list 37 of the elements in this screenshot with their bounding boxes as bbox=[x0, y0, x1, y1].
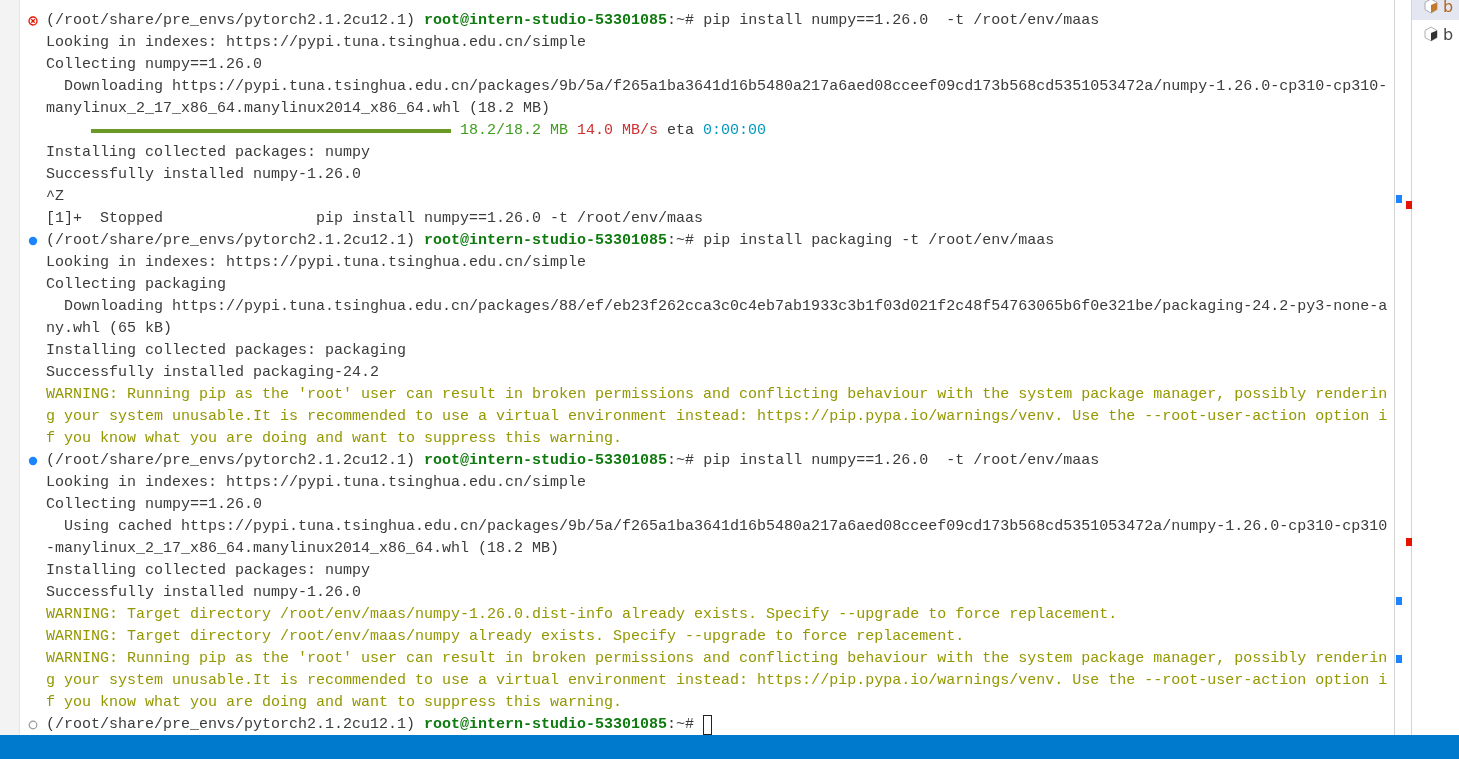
command-line: (/root/share/pre_envs/pytorch2.1.2cu12.1) root@intern-studio-53301085:~# pip install numpy==1.26.0 -t /root/env/maas bbox=[46, 451, 1100, 471]
warning-line: g your system unusable.It is recommended to use a virtual environment instead: https://pip.pypa.io/warnings/venv. Use the --root-user-action option i bbox=[46, 671, 1388, 691]
output-line: [1]+ Stopped pip install numpy==1.26.0 -t /root/env/maas bbox=[46, 209, 704, 229]
output-line: Using cached https://pypi.tuna.tsinghua.edu.cn/packages/9b/5a/f265a1ba3641d16b5480a217a6aed08cceef09cd173b568cd5351053472a/numpy-1.26.0-cp310-cp310 bbox=[63, 517, 1388, 537]
prompt-line: (/root/share/pre_envs/pytorch2.1.2cu12.1) root@intern-studio-53301085:~# bbox=[46, 715, 695, 735]
progress-stats: 18.2/18.2 MB 14.0 MB/s eta 0:00:00 bbox=[460, 121, 767, 141]
output-line: Successfully installed numpy-1.26.0 bbox=[46, 583, 362, 603]
warning-line: WARNING: Target directory /root/env/maas/numpy-1.26.0.dist-info already exists. Specify --upgrade to force replacement. bbox=[46, 605, 1118, 625]
command-line: (/root/share/pre_envs/pytorch2.1.2cu12.1) root@intern-studio-53301085:~# pip install packaging -t /root/env/maas bbox=[46, 231, 1055, 251]
output-line: Looking in indexes: https://pypi.tuna.tsinghua.edu.cn/simple bbox=[46, 33, 587, 53]
output-line: Collecting numpy==1.26.0 bbox=[46, 495, 263, 515]
output-line: Looking in indexes: https://pypi.tuna.tsinghua.edu.cn/simple bbox=[46, 253, 587, 273]
output-line: Successfully installed numpy-1.26.0 bbox=[46, 165, 362, 185]
warning-line: f you know what you are doing and want to suppress this warning. bbox=[46, 693, 623, 713]
warning-line: f you know what you are doing and want to suppress this warning. bbox=[46, 429, 623, 449]
output-line: manylinux_2_17_x86_64.manylinux2014_x86_64.whl (18.2 MB) bbox=[46, 99, 551, 119]
warning-line: g your system unusable.It is recommended to use a virtual environment instead: https://pip.pypa.io/warnings/venv. Use the --root-user-action option i bbox=[46, 407, 1388, 427]
warning-line: WARNING: Target directory /root/env/maas/numpy already exists. Specify --upgrade to force replacement. bbox=[46, 627, 965, 647]
command-line: (/root/share/pre_envs/pytorch2.1.2cu12.1) root@intern-studio-53301085:~# pip install numpy==1.26.0 -t /root/env/maas bbox=[46, 11, 1100, 31]
terminal-shell-icon bbox=[1424, 26, 1438, 42]
output-line: Collecting numpy==1.26.0 bbox=[46, 55, 263, 75]
output-line: Collecting packaging bbox=[46, 275, 227, 295]
output-line: ny.whl (65 kB) bbox=[46, 319, 173, 339]
warning-line: WARNING: Running pip as the 'root' user can result in broken permissions and conflicting behaviour with the system package manager, possibly renderin bbox=[46, 649, 1388, 669]
terminal-tab[interactable]: b bbox=[1412, 20, 1459, 48]
terminal-tab[interactable]: b bbox=[1412, 0, 1459, 20]
output-line: -manylinux_2_17_x86_64.manylinux2014_x86_64.whl (18.2 MB) bbox=[46, 539, 560, 559]
output-line: Installing collected packages: numpy bbox=[46, 143, 371, 163]
output-line: ^Z bbox=[46, 187, 64, 207]
output-line: Looking in indexes: https://pypi.tuna.tsinghua.edu.cn/simple bbox=[46, 473, 587, 493]
output-line: Successfully installed packaging-24.2 bbox=[46, 363, 380, 383]
output-line: Installing collected packages: packaging bbox=[46, 341, 407, 361]
output-line: Installing collected packages: numpy bbox=[46, 561, 371, 581]
output-line: Downloading https://pypi.tuna.tsinghua.edu.cn/packages/88/ef/eb23f262cca3c0c4eb7ab1933c3b1f03d021f2c48f54763065b6f0e321be/packaging-24.2-py3-none-a bbox=[63, 297, 1388, 317]
output-line: Downloading https://pypi.tuna.tsinghua.edu.cn/packages/9b/5a/f265a1ba3641d16b5480a217a6aed08cceef09cd173b568cd5351053472a/numpy-1.26.0-cp310-cp310- bbox=[63, 77, 1388, 97]
terminal-shell-icon bbox=[1424, 0, 1438, 14]
warning-line: WARNING: Running pip as the 'root' user can result in broken permissions and conflicting behaviour with the system package manager, possibly renderin bbox=[46, 385, 1388, 405]
